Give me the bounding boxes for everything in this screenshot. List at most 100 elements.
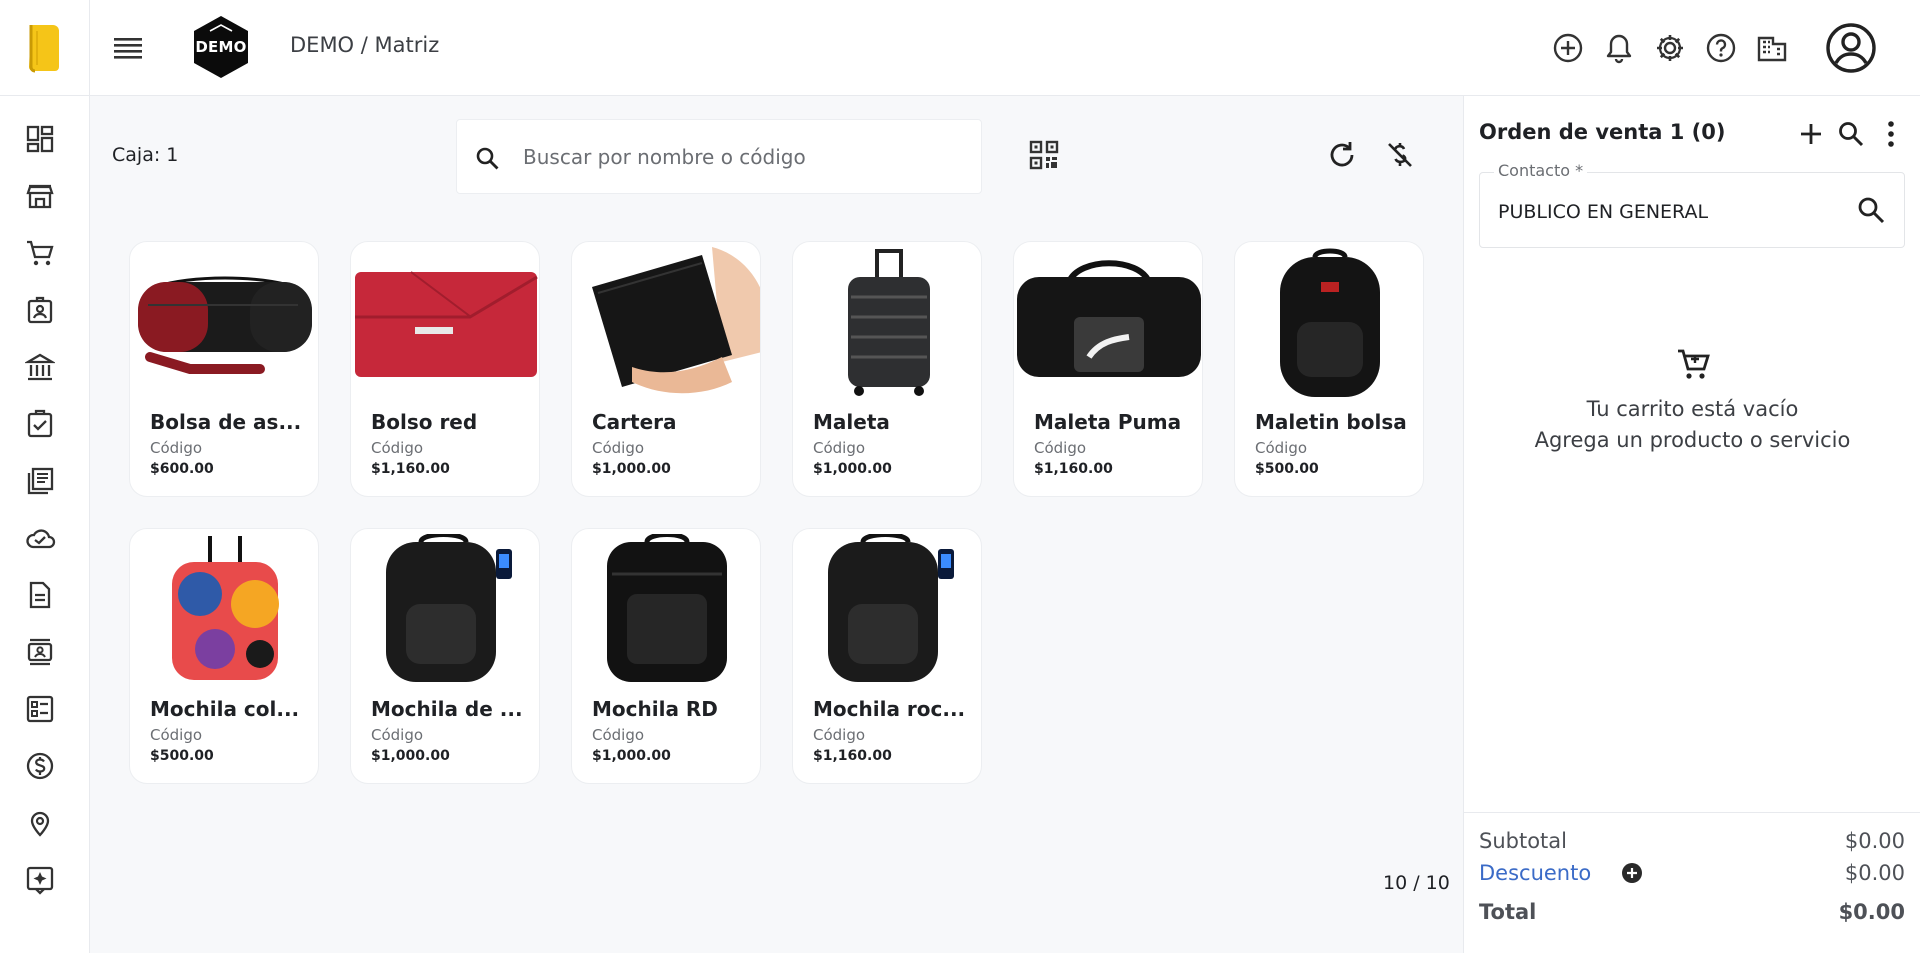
contact-field[interactable]: Contacto * PUBLICO EN GENERAL bbox=[1479, 161, 1905, 248]
more-options-button[interactable] bbox=[1876, 118, 1906, 150]
sidebar-item-contacts[interactable] bbox=[23, 635, 57, 669]
app-logo[interactable] bbox=[0, 0, 90, 96]
total-row: Total $0.00 bbox=[1479, 900, 1905, 924]
travel-backpack-image bbox=[607, 534, 727, 682]
product-price: $500.00 bbox=[1255, 461, 1319, 477]
product-code: Código bbox=[371, 439, 424, 457]
add-circle-icon bbox=[1553, 33, 1583, 63]
product-name: Maletin bolsa bbox=[1255, 410, 1407, 434]
empty-cart-title: Tu carrito está vacío bbox=[1586, 397, 1799, 421]
product-code: Código bbox=[1255, 439, 1308, 457]
product-card[interactable]: Maletin bolsa Código $500.00 bbox=[1234, 241, 1424, 497]
product-name: Cartera bbox=[592, 410, 677, 434]
product-name: Mochila RD bbox=[592, 697, 718, 721]
product-image bbox=[130, 529, 318, 689]
menu-toggle-button[interactable] bbox=[113, 30, 143, 66]
product-price: $1,000.00 bbox=[592, 461, 671, 477]
order-panel: Orden de venta 1 (0) Contacto * PUBLICO … bbox=[1463, 96, 1920, 953]
product-image bbox=[130, 242, 318, 402]
dollar-circle-icon bbox=[26, 752, 54, 780]
product-name: Mochila roc... bbox=[813, 697, 966, 721]
add-button[interactable] bbox=[1551, 31, 1585, 65]
product-image bbox=[351, 529, 539, 689]
product-card[interactable]: Mochila RD Código $1,000.00 bbox=[571, 528, 761, 784]
product-card[interactable]: Bolso red Código $1,160.00 bbox=[350, 241, 540, 497]
bell-icon bbox=[1606, 34, 1632, 64]
cart-icon bbox=[27, 240, 54, 266]
sidebar-item-catalog[interactable] bbox=[23, 464, 57, 498]
rock-backpack-image bbox=[828, 534, 954, 682]
discount-value: $0.00 bbox=[1844, 861, 1905, 885]
product-code: Código bbox=[371, 726, 424, 744]
company-button[interactable] bbox=[1755, 31, 1789, 65]
account-button[interactable] bbox=[1824, 21, 1878, 75]
help-button[interactable] bbox=[1704, 31, 1738, 65]
product-search[interactable] bbox=[456, 119, 982, 194]
sidebar-item-ai[interactable] bbox=[23, 863, 57, 897]
notifications-button[interactable] bbox=[1602, 31, 1636, 65]
add-discount-icon[interactable] bbox=[1621, 862, 1643, 884]
company-badge[interactable]: DEMO bbox=[192, 14, 250, 80]
store-icon bbox=[26, 184, 54, 209]
sidebar-item-tasks[interactable] bbox=[23, 407, 57, 441]
product-card[interactable]: Mochila roc... Código $1,160.00 bbox=[792, 528, 982, 784]
product-image bbox=[1235, 242, 1423, 402]
building-icon bbox=[1757, 36, 1787, 62]
contacts-icon bbox=[27, 638, 53, 666]
empty-cart-hint: Agrega un producto o servicio bbox=[1534, 428, 1851, 452]
company-badge-label: DEMO bbox=[195, 38, 247, 56]
new-order-button[interactable] bbox=[1796, 118, 1826, 150]
total-value: $0.00 bbox=[1838, 900, 1905, 924]
product-image bbox=[572, 529, 760, 689]
product-price: $1,000.00 bbox=[371, 748, 450, 764]
sidebar-item-dashboard[interactable] bbox=[23, 122, 57, 156]
product-card[interactable]: Maleta Puma Código $1,160.00 bbox=[1013, 241, 1203, 497]
subtotal-value: $0.00 bbox=[1844, 829, 1905, 853]
refresh-button[interactable] bbox=[1326, 139, 1360, 173]
sidebar-item-locations[interactable] bbox=[23, 806, 57, 840]
sidebar bbox=[0, 96, 90, 953]
product-code: Código bbox=[1034, 439, 1087, 457]
cart-icon bbox=[1677, 349, 1710, 379]
search-orders-button[interactable] bbox=[1836, 118, 1866, 150]
no-cash-button[interactable] bbox=[1384, 139, 1418, 173]
product-price: $1,000.00 bbox=[592, 748, 671, 764]
product-price: $1,160.00 bbox=[1034, 461, 1113, 477]
checklist-icon bbox=[27, 409, 53, 438]
product-name: Bolso red bbox=[371, 410, 478, 434]
product-code: Código bbox=[592, 439, 645, 457]
product-price: $500.00 bbox=[150, 748, 214, 764]
product-price: $1,160.00 bbox=[371, 461, 450, 477]
search-input[interactable] bbox=[523, 138, 963, 176]
product-card[interactable]: Bolsa de as... Código $600.00 bbox=[129, 241, 319, 497]
product-image bbox=[793, 242, 981, 402]
sidebar-item-forms[interactable] bbox=[23, 692, 57, 726]
red-clutch-image bbox=[355, 271, 538, 377]
duffel-bag-image bbox=[138, 276, 312, 374]
sidebar-item-finance[interactable] bbox=[23, 749, 57, 783]
qr-scan-button[interactable] bbox=[1028, 139, 1062, 173]
breadcrumb[interactable]: DEMO / Matriz bbox=[290, 33, 439, 57]
usb-backpack-image bbox=[386, 534, 512, 682]
product-price: $1,160.00 bbox=[813, 748, 892, 764]
contact-value[interactable]: PUBLICO EN GENERAL bbox=[1498, 201, 1708, 223]
product-card[interactable]: Mochila de ... Código $1,000.00 bbox=[350, 528, 540, 784]
location-pin-icon bbox=[30, 811, 50, 837]
discount-link[interactable]: Descuento bbox=[1479, 861, 1591, 885]
cloud-check-icon bbox=[26, 529, 56, 549]
sidebar-item-store[interactable] bbox=[23, 179, 57, 213]
product-card[interactable]: Mochila col... Código $500.00 bbox=[129, 528, 319, 784]
sidebar-item-cloud[interactable] bbox=[23, 521, 57, 555]
product-card[interactable]: Maleta Código $1,000.00 bbox=[792, 241, 982, 497]
sidebar-item-documents[interactable] bbox=[23, 578, 57, 612]
settings-button[interactable] bbox=[1653, 31, 1687, 65]
sidebar-item-bank[interactable] bbox=[23, 350, 57, 384]
order-totals: Subtotal $0.00 Descuento $0.00 Total $0.… bbox=[1464, 812, 1920, 953]
sidebar-item-sales[interactable] bbox=[23, 236, 57, 270]
search-icon[interactable] bbox=[1856, 195, 1886, 225]
product-card[interactable]: Cartera Código $1,000.00 bbox=[571, 241, 761, 497]
help-icon bbox=[1706, 33, 1736, 63]
product-price: $600.00 bbox=[150, 461, 214, 477]
dashboard-icon bbox=[26, 125, 54, 153]
sidebar-item-employees[interactable] bbox=[23, 293, 57, 327]
